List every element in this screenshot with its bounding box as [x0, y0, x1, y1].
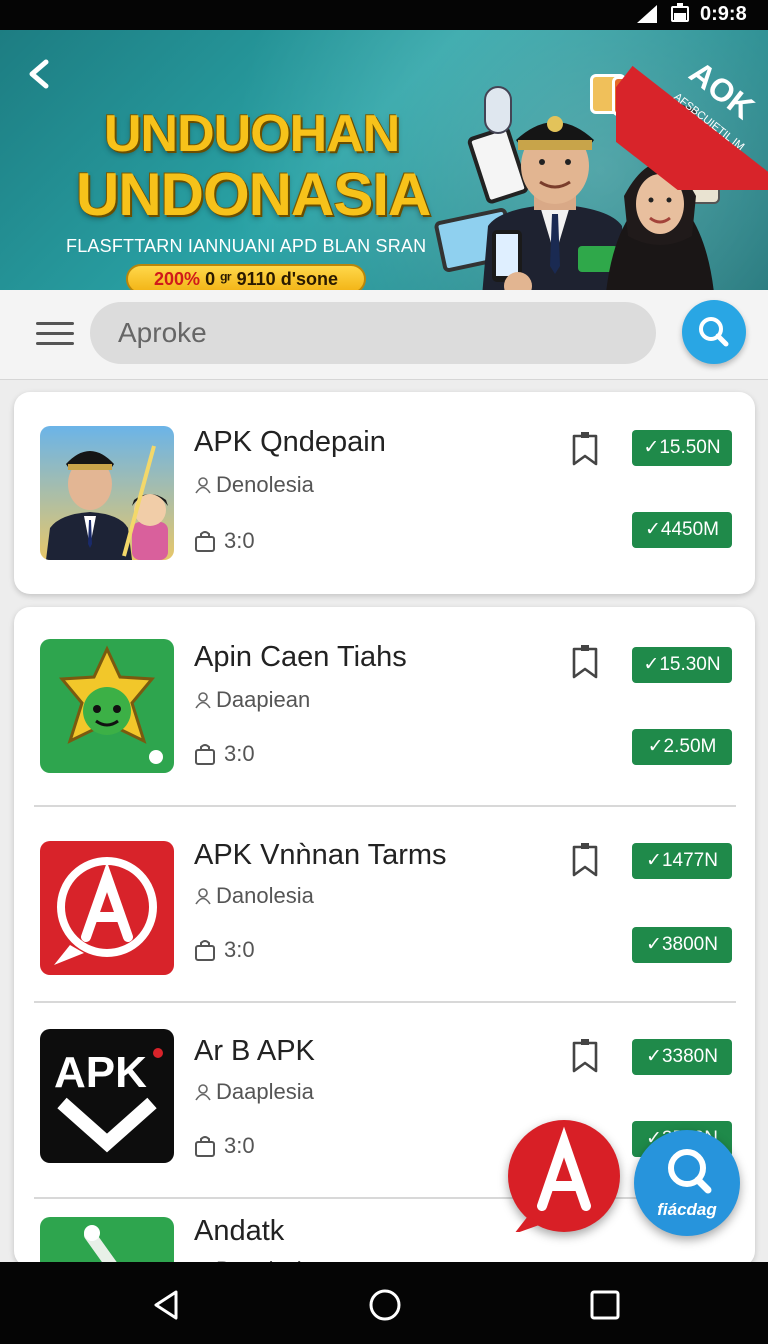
- apk-fab-button[interactable]: [508, 1120, 620, 1234]
- app-version-value: 3:0: [224, 937, 255, 962]
- bookmark-icon[interactable]: [570, 843, 600, 879]
- app-developer-name: Daapiean: [216, 687, 311, 712]
- search-bar-row: [0, 290, 768, 380]
- officer-app-icon: [46, 445, 168, 560]
- app-name[interactable]: Andatk: [194, 1215, 284, 1248]
- apk-logo-text: APK: [54, 1048, 147, 1097]
- app-version-value: 3:0: [224, 528, 255, 553]
- bookmark-icon[interactable]: [570, 432, 600, 468]
- back-arrow-icon: [29, 59, 49, 89]
- developer-icon: [195, 888, 211, 905]
- bookmark-icon[interactable]: [570, 645, 600, 681]
- battery-icon: [671, 3, 689, 22]
- search-input[interactable]: [90, 302, 656, 364]
- featured-app-card[interactable]: APK Qndepain Denolesia 3:0 ✓15.50N ✓4450…: [14, 392, 755, 594]
- app-version-value: 3:0: [224, 1133, 255, 1158]
- app-icon: APK: [40, 1029, 174, 1163]
- app-developer-name: Daaplesia: [216, 1079, 314, 1104]
- app-row[interactable]: APK Qndepain Denolesia 3:0 ✓15.50N ✓4450…: [14, 392, 755, 594]
- app-name[interactable]: APK Vnǹnan Tarms: [194, 839, 447, 872]
- bag-icon: [195, 1136, 215, 1157]
- bag-icon: [195, 940, 215, 961]
- red-a-logo-icon: [54, 857, 157, 965]
- developer-icon: [195, 477, 211, 494]
- banner-title-line2: UNDONASIA: [76, 161, 431, 228]
- search-fab-label: fiácdag: [657, 1200, 717, 1219]
- size-badge[interactable]: ✓2.50M: [632, 729, 732, 765]
- search-button[interactable]: [682, 300, 746, 364]
- app-version-value: 3:0: [224, 741, 255, 766]
- status-bar: 0:9:8: [0, 0, 768, 30]
- app-version: 3:0: [194, 937, 255, 963]
- app-name[interactable]: Apin Caen Tiahs: [194, 641, 407, 674]
- banner-title-line1: UNDUOHAN: [104, 105, 400, 163]
- app-version: 3:0: [194, 528, 255, 554]
- promo-banner[interactable]: UNDUOHAN UNDONASIA FLASFTTARN IANNUANI A…: [0, 30, 768, 290]
- bookmark-icon[interactable]: [570, 1039, 600, 1075]
- apk-logo-icon: APK: [54, 1048, 163, 1153]
- star-face-icon: [58, 645, 163, 764]
- size-badge[interactable]: ✓4450M: [632, 512, 732, 548]
- bag-icon: [195, 744, 215, 765]
- app-icon: [40, 639, 174, 773]
- menu-icon[interactable]: [36, 322, 74, 348]
- tool-app-icon: [84, 1225, 121, 1267]
- search-fab-button[interactable]: fiácdag: [634, 1130, 740, 1236]
- app-developer: Danolesia: [194, 883, 314, 909]
- app-developer: Daaplesia: [194, 1079, 314, 1105]
- app-name[interactable]: APK Qndepain: [194, 426, 386, 459]
- nav-back-icon[interactable]: [150, 1288, 184, 1322]
- app-developer: Daapiean: [194, 687, 310, 713]
- download-badge[interactable]: ✓1477N: [632, 843, 732, 879]
- search-icon: [699, 317, 729, 347]
- app-developer-name: Danolesia: [216, 883, 314, 908]
- app-name[interactable]: Ar B APK: [194, 1035, 315, 1068]
- app-developer-name: Denolesia: [216, 472, 314, 497]
- signal-icon: [637, 5, 657, 23]
- app-version: 3:0: [194, 741, 255, 767]
- app-version: 3:0: [194, 1133, 255, 1159]
- download-badge[interactable]: ✓15.50N: [632, 430, 732, 466]
- app-icon: [40, 426, 174, 560]
- offer-text: 0 ᵍʳ 9110 d'sone: [200, 269, 338, 289]
- status-time: 0:9:8: [700, 3, 747, 25]
- offer-percent: 200%: [154, 269, 201, 289]
- app-icon: [40, 841, 174, 975]
- app-row[interactable]: APK Vnǹnan Tarms Danolesia 3:0 ✓1477N ✓3…: [14, 807, 755, 1001]
- app-icon: [40, 1217, 174, 1267]
- system-nav-bar: [0, 1262, 768, 1344]
- app-developer: Denolesia: [194, 472, 314, 498]
- banner-offer-pill[interactable]: 200% 0 ᵍʳ 9110 d'sone: [126, 264, 366, 290]
- red-a-logo-icon: [514, 1126, 591, 1234]
- app-row[interactable]: Apin Caen Tiahs Daapiean 3:0 ✓15.30N ✓2.…: [14, 607, 755, 805]
- corner-ribbon: AOK AFSBCUIETIL IM: [616, 60, 768, 190]
- back-button[interactable]: [22, 54, 58, 94]
- nav-recents-icon[interactable]: [588, 1288, 622, 1322]
- banner-subtitle: FLASFTTARN IANNUANI APD BLAN SRAN: [66, 236, 427, 256]
- download-badge[interactable]: ✓3380N: [632, 1039, 732, 1075]
- size-badge[interactable]: ✓3800N: [632, 927, 732, 963]
- download-badge[interactable]: ✓15.30N: [632, 647, 732, 683]
- search-icon: [668, 1149, 712, 1194]
- bag-icon: [195, 531, 215, 552]
- developer-icon: [195, 692, 211, 709]
- nav-home-icon[interactable]: [368, 1288, 402, 1322]
- developer-icon: [195, 1084, 211, 1101]
